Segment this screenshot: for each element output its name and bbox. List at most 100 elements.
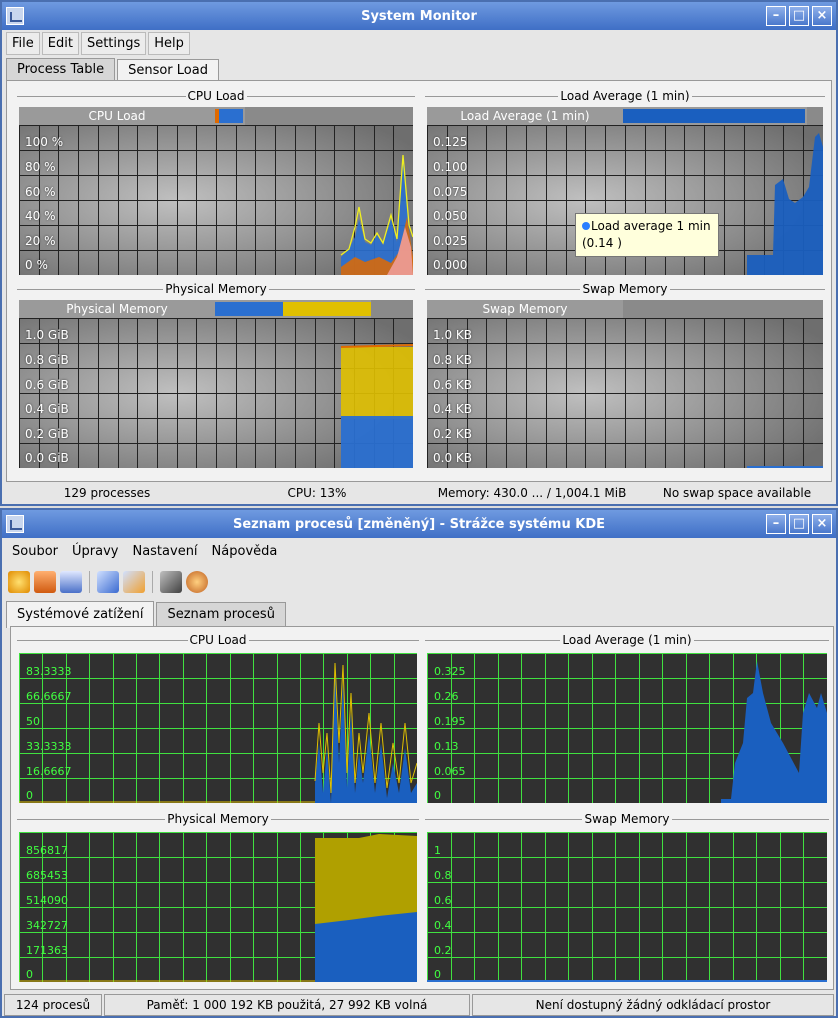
disconnect-icon[interactable] (123, 571, 145, 593)
load-average-cell: Load Average (1 min) 0.325 0.26 0.195 0.… (425, 633, 829, 805)
menu-nastaveni[interactable]: Nastavení (126, 541, 203, 562)
connect-icon[interactable] (97, 571, 119, 593)
load-average-cell: Load Average (1 min) Load Average (1 min… (425, 89, 825, 277)
swap-memory-graph (427, 318, 823, 468)
minimize-button[interactable]: – (766, 6, 786, 26)
cpu-load-plot: 83.3333 66.6667 50 33.3333 16.6667 0 (19, 653, 417, 803)
tab-system-load[interactable]: Systémové zatížení (6, 601, 155, 628)
physical-memory-title: Physical Memory (17, 812, 419, 826)
open-icon[interactable] (34, 571, 56, 593)
load-average-title: Load Average (1 min) (425, 633, 829, 647)
swap-y-label: 0.0 KB (433, 451, 472, 465)
title-bar[interactable]: Seznam procesů [změněný] - Strážce systé… (2, 510, 836, 538)
menu-bar: File Edit Settings Help (6, 30, 832, 56)
swap-y-label: 0.6 (434, 894, 452, 907)
load-y-label: 0.000 (433, 258, 468, 272)
title-bar[interactable]: System Monitor – □ × (2, 2, 836, 30)
load-y-label: 0.100 (433, 160, 468, 174)
menu-napoveda[interactable]: Nápověda (206, 541, 284, 562)
cpu-y-label: 0 (26, 789, 33, 802)
phys-y-label: 0.6 GiB (25, 378, 69, 392)
menu-settings[interactable]: Settings (80, 31, 147, 55)
menu-edit[interactable]: Edit (41, 31, 79, 55)
physical-memory-cell: Physical Memory 856817 685453 514090 342… (17, 812, 419, 984)
phys-y-label: 171363 (26, 944, 68, 957)
edit-icon[interactable] (60, 571, 82, 593)
configure-icon[interactable] (160, 571, 182, 593)
status-bar: 124 procesů Paměť: 1 000 192 KB použitá,… (2, 994, 836, 1016)
swap-y-label: 0.6 KB (433, 378, 472, 392)
close-button[interactable]: × (812, 514, 832, 534)
load-y-label: 0.325 (434, 665, 466, 678)
tab-process-list[interactable]: Seznam procesů (156, 602, 286, 626)
menu-soubor[interactable]: Soubor (6, 541, 64, 562)
load-y-label: 0.13 (434, 740, 459, 753)
phys-y-label: 0.0 GiB (25, 451, 69, 465)
load-y-label: 0.195 (434, 715, 466, 728)
cpu-load-graph (19, 125, 413, 275)
swap-y-label: 0.2 (434, 944, 452, 957)
palette-icon[interactable] (186, 571, 208, 593)
maximize-button[interactable]: □ (789, 514, 809, 534)
cpu-load-plot: CPU Load 100 % 80 % 60 % 40 % 20 % 0 % (19, 107, 413, 275)
maximize-button[interactable]: □ (789, 6, 809, 26)
phys-y-label: 342727 (26, 919, 68, 932)
tab-process-table[interactable]: Process Table (6, 58, 116, 80)
load-average-plot: Load Average (1 min) 0.125 0.100 0.075 0… (427, 107, 823, 275)
status-bar: 129 processes CPU: 13% Memory: 430.0 ...… (2, 482, 836, 504)
system-monitor-window: System Monitor – □ × File Edit Settings … (0, 0, 838, 506)
memory-status: Memory: 430.0 ... / 1,004.1 MiB (437, 486, 627, 500)
load-tooltip: Load average 1 min (0.14 ) (575, 213, 719, 257)
physical-memory-plot: Physical Memory 1.0 GiB 0.8 GiB 0.6 GiB … (19, 300, 413, 468)
app-icon (6, 7, 24, 25)
swap-status: Není dostupný žádný odkládací prostor (472, 994, 834, 1016)
load-average-plot: 0.325 0.26 0.195 0.13 0.065 0 (427, 653, 827, 803)
cpu-y-label: 16.6667 (26, 765, 72, 778)
swap-status: No swap space available (662, 486, 812, 500)
phys-y-label: 0.2 GiB (25, 427, 69, 441)
phys-y-label: 0.8 GiB (25, 353, 69, 367)
tab-sensor-load[interactable]: Sensor Load (117, 59, 219, 81)
cpu-load-graph (19, 653, 417, 803)
process-count: 129 processes (63, 486, 151, 500)
swap-y-label: 0.4 KB (433, 402, 472, 416)
swap-memory-graph (427, 832, 827, 982)
phys-y-label: 0 (26, 968, 33, 981)
swap-y-label: 1 (434, 844, 441, 857)
swap-y-label: 0.4 (434, 919, 452, 932)
menu-file[interactable]: File (6, 31, 40, 55)
swap-y-label: 1.0 KB (433, 328, 472, 342)
cpu-status: CPU: 13% (287, 486, 347, 500)
menu-help[interactable]: Help (148, 31, 190, 55)
cpu-y-label: 33.3333 (26, 740, 72, 753)
phys-y-label: 685453 (26, 869, 68, 882)
series-dot-icon (582, 222, 590, 230)
minimize-button[interactable]: – (766, 514, 786, 534)
cpu-y-label: 50 (26, 715, 40, 728)
swap-memory-cell: Swap Memory 1 0.8 0.6 0.4 0.2 0 (425, 812, 829, 984)
ksysguard-window: Seznam procesů [změněný] - Strážce systé… (0, 508, 838, 1018)
physical-memory-graph (19, 832, 417, 982)
load-y-label: 0.26 (434, 690, 459, 703)
cpu-y-label: 83.3333 (26, 665, 72, 678)
sensor-panel: CPU Load 83.3333 66.6667 50 33.3333 16.6… (10, 626, 834, 990)
new-icon[interactable] (8, 571, 30, 593)
load-y-label: 0 (434, 789, 441, 802)
phys-y-label: 1.0 GiB (25, 328, 69, 342)
phys-y-label: 514090 (26, 894, 68, 907)
cpu-y-label: 80 % (25, 160, 56, 174)
cpu-load-cell: CPU Load 83.3333 66.6667 50 33.3333 16.6… (17, 633, 419, 805)
physical-memory-cell: Physical Memory Physical Memory 1.0 GiB … (17, 282, 415, 470)
sensor-panel: CPU Load CPU Load 100 % 80 % 60 % 40 % 2… (6, 80, 832, 482)
cpu-load-cell: CPU Load CPU Load 100 % 80 % 60 % 40 % 2… (17, 89, 415, 277)
swap-y-label: 0 (434, 968, 441, 981)
toolbar (8, 568, 208, 596)
process-count: 124 procesů (4, 994, 102, 1016)
load-y-label: 0.025 (433, 234, 468, 248)
close-button[interactable]: × (812, 6, 832, 26)
swap-memory-cell: Swap Memory Swap Memory 1.0 KB 0.8 KB 0.… (425, 282, 825, 470)
cpu-y-label: 60 % (25, 185, 56, 199)
window-title: System Monitor (361, 8, 477, 24)
physical-memory-plot: 856817 685453 514090 342727 171363 0 (19, 832, 417, 982)
menu-upravy[interactable]: Úpravy (66, 541, 124, 562)
